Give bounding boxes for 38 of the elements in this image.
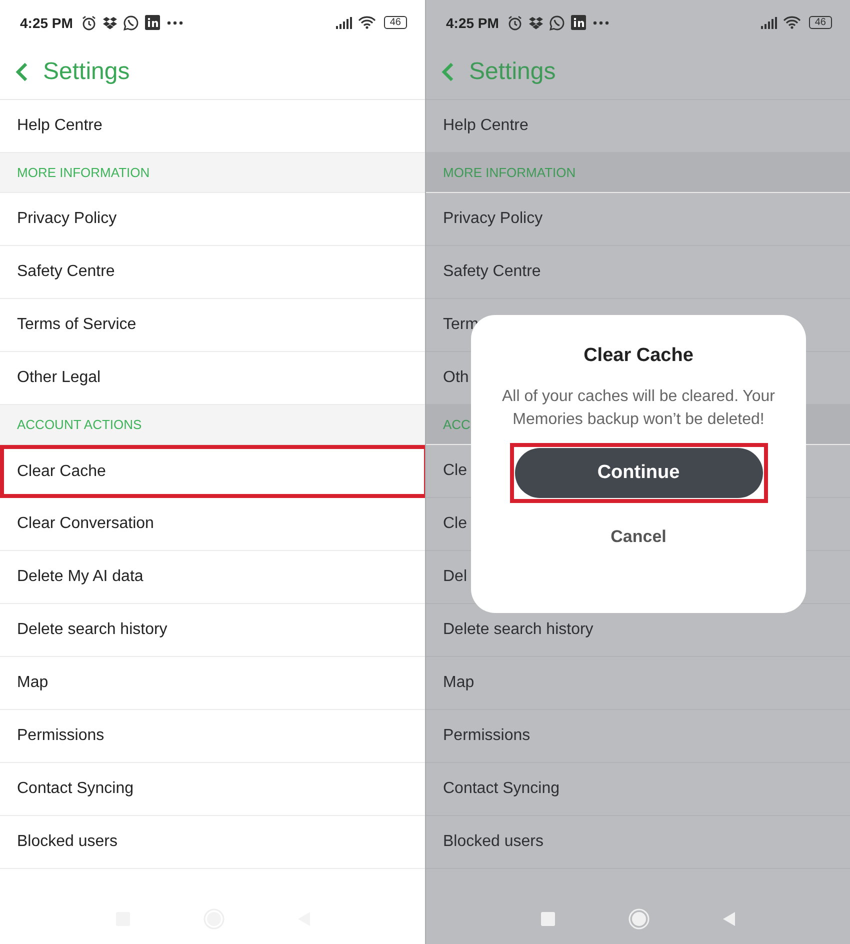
settings-item[interactable]: Clear Cache [0,445,425,498]
battery-indicator: 46 [808,16,832,29]
dialog-button[interactable]: Continue [514,448,762,498]
section-header: MORE INFORMATION [426,153,850,193]
dialog-button[interactable]: Cancel [590,519,686,555]
wifi-icon [782,16,801,29]
status-time: 4:25 PM [20,14,73,30]
section-header: ACCOUNT ACTIONS [0,405,425,445]
dialog-title: Clear Cache [584,345,694,367]
battery-indicator: 46 [384,16,407,29]
settings-item[interactable]: Privacy Policy [426,193,850,246]
chat-bubble-icon [122,14,139,30]
page-title: Settings [43,58,130,86]
boxes-icon [102,16,117,30]
settings-item[interactable]: Blocked users [426,816,850,869]
alarm-clock-icon [506,14,523,30]
settings-item[interactable]: Contact Syncing [426,763,850,816]
boxes-icon [528,16,543,30]
settings-item[interactable]: Safety Centre [426,246,850,299]
signal-icon [760,16,777,28]
section-header: MORE INFORMATION [0,153,425,193]
alarm-clock-icon [80,14,97,30]
status-time: 4:25 PM [446,14,499,30]
back-icon[interactable] [15,62,29,82]
back-nav-icon[interactable] [722,911,736,927]
home-icon[interactable] [628,908,650,930]
settings-item[interactable]: Map [426,657,850,710]
page-title: Settings [469,58,556,86]
settings-item[interactable]: Permissions [426,710,850,763]
app-square-icon [570,15,586,30]
chat-bubble-icon [548,14,565,30]
more-dots-icon [166,20,184,26]
wifi-icon [358,16,376,29]
back-icon[interactable] [441,62,455,82]
signal-icon [336,16,352,28]
recent-apps-icon[interactable] [540,911,556,927]
more-dots-icon [592,20,610,26]
app-square-icon [144,15,160,30]
